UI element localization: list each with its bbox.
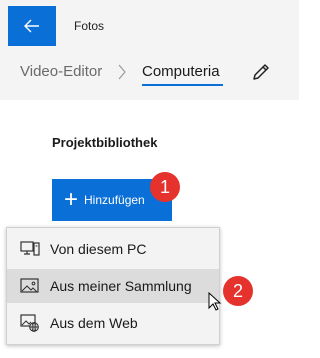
menu-item-label: Aus dem Web — [50, 315, 138, 331]
breadcrumb: Video-Editor Computeria — [0, 47, 299, 100]
menu-item-label: Aus meiner Sammlung — [50, 278, 192, 294]
section-title: Projektbibliothek — [52, 135, 158, 150]
computer-icon — [20, 241, 40, 256]
breadcrumb-underline — [142, 84, 223, 86]
menu-item-from-pc[interactable]: Von diesem PC — [7, 232, 219, 266]
image-icon — [20, 278, 39, 293]
menu-item-from-web[interactable]: Aus dem Web — [7, 306, 219, 340]
edit-name-button[interactable] — [250, 61, 272, 83]
menu-item-from-collection[interactable]: Aus meiner Sammlung — [7, 269, 219, 303]
step-badge-2: 2 — [223, 276, 253, 306]
title-bar: Fotos — [0, 0, 299, 47]
arrow-left-icon — [24, 19, 39, 33]
web-image-icon — [20, 314, 39, 332]
chevron-right-icon — [118, 64, 126, 80]
add-button-label: Hinzufügen — [84, 193, 145, 207]
mouse-cursor-icon — [208, 292, 222, 311]
step-badge-1: 1 — [150, 172, 180, 202]
plus-icon: + — [64, 186, 79, 213]
app-title: Fotos — [74, 19, 105, 33]
menu-item-label: Von diesem PC — [50, 241, 147, 257]
add-source-menu: Von diesem PC Aus meiner Sammlung Aus de… — [6, 227, 220, 345]
pencil-icon — [253, 64, 269, 80]
breadcrumb-current: Computeria — [142, 63, 220, 80]
back-button[interactable] — [8, 6, 56, 46]
breadcrumb-video-editor[interactable]: Video-Editor — [20, 63, 102, 80]
